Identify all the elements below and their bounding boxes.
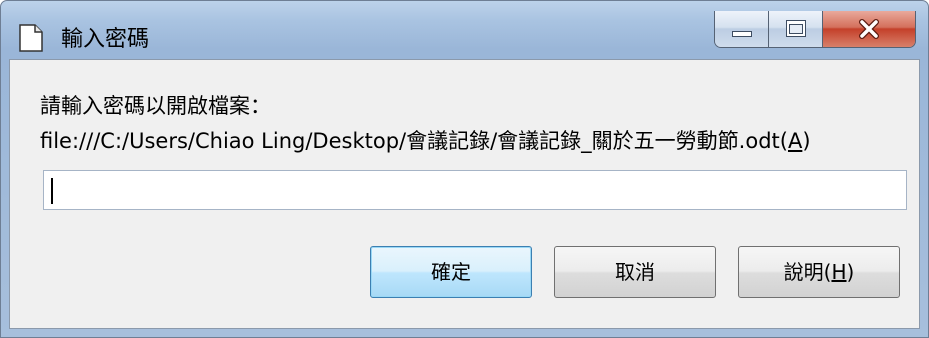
text-caret: [51, 178, 53, 204]
dialog-body: 請輸入密碼以開啟檔案： file:///C:/Users/Chiao Ling/…: [9, 59, 920, 329]
maximize-icon: [786, 20, 806, 37]
maximize-button[interactable]: [769, 11, 823, 47]
title-bar[interactable]: 輸入密碼: [1, 1, 928, 59]
window-title: 輸入密碼: [61, 27, 150, 52]
help-button[interactable]: 說明(H): [738, 246, 900, 298]
cancel-button-label: 取消: [615, 260, 655, 284]
password-input[interactable]: [43, 170, 907, 210]
file-path-mnemonic-key: A: [787, 129, 803, 153]
file-path: file:///C:/Users/Chiao Ling/Desktop/會議記錄…: [40, 129, 780, 153]
help-button-mnemonic: H: [831, 260, 847, 284]
ok-button-label: 確定: [431, 260, 471, 284]
help-button-label-end: ): [846, 260, 855, 284]
close-button[interactable]: [823, 11, 915, 47]
document-icon: [19, 24, 43, 52]
caption-buttons: [714, 11, 916, 48]
ok-button[interactable]: 確定: [370, 246, 532, 298]
cancel-button[interactable]: 取消: [554, 246, 716, 298]
prompt-text: 請輸入密碼以開啟檔案：: [40, 94, 271, 118]
minimize-icon: [732, 31, 752, 37]
password-dialog-window: 輸入密碼 請輸入密碼以開啟檔案： file:///C:/Users/Chiao …: [0, 0, 929, 338]
file-path-mnemonic-open: (: [779, 129, 788, 153]
minimize-button[interactable]: [715, 11, 769, 47]
file-path-mnemonic-close: ): [802, 129, 811, 153]
file-path-text: file:///C:/Users/Chiao Ling/Desktop/會議記錄…: [40, 128, 811, 154]
help-button-label: 說明(: [783, 260, 832, 284]
close-icon: [857, 17, 881, 41]
